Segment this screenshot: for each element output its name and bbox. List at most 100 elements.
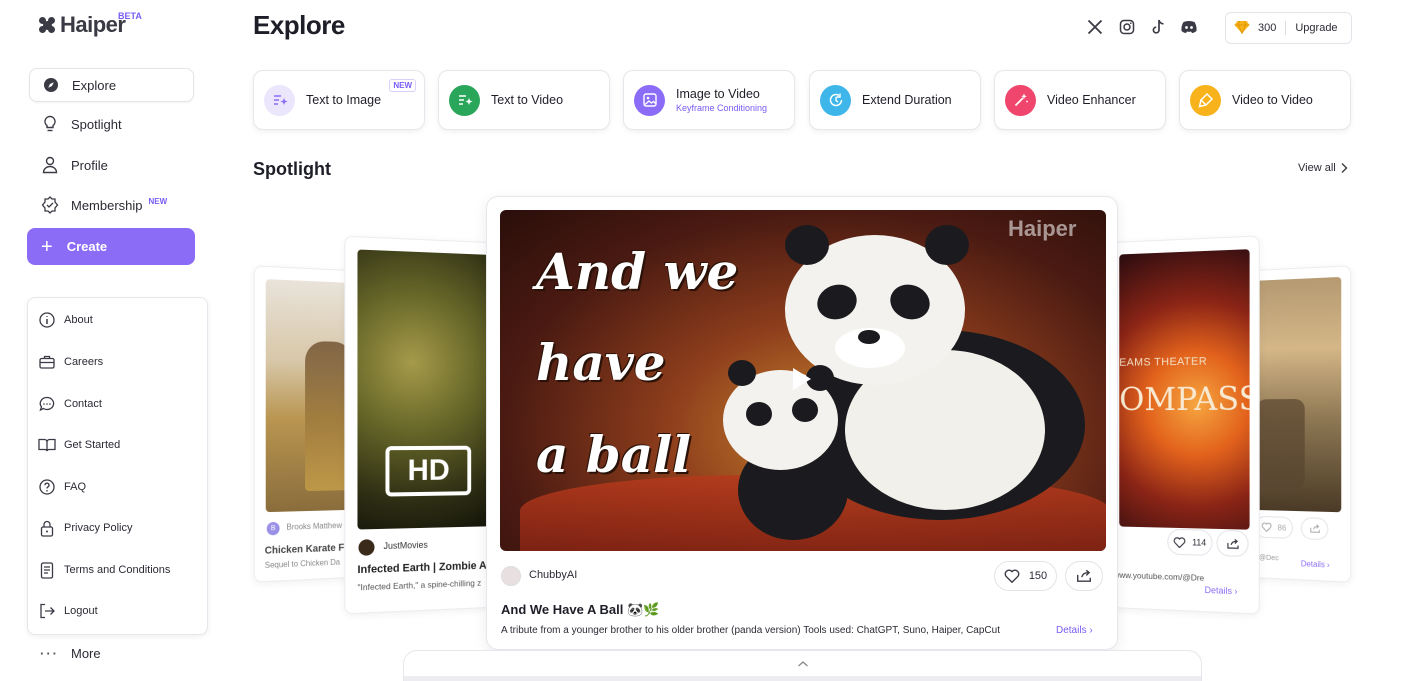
menu-item-careers[interactable]: Careers xyxy=(38,351,103,373)
tool-text-to-video[interactable]: Text to Video xyxy=(438,70,610,130)
more-button[interactable]: ··· More xyxy=(40,646,101,661)
compass-icon xyxy=(42,76,60,94)
featured-spotlight-card[interactable]: And we have a ball Haiper ChubbyAI 150 A… xyxy=(486,196,1118,650)
heart-icon xyxy=(1004,569,1020,583)
tool-label: Image to Video xyxy=(676,87,760,101)
watermark: Haiper xyxy=(1008,216,1077,241)
details-link[interactable]: Details › xyxy=(1056,625,1093,636)
menu-item-contact[interactable]: Contact xyxy=(38,393,102,415)
sidebar-item-label: Membership xyxy=(71,197,143,213)
card-title: Infected Earth | Zombie A xyxy=(357,559,487,577)
details-link[interactable]: Details › xyxy=(1205,585,1238,596)
drawer-strip xyxy=(404,676,1201,681)
sidebar-item-explore[interactable]: Explore xyxy=(29,68,194,102)
share-button[interactable] xyxy=(1065,561,1103,591)
menu-item-label: Careers xyxy=(64,356,104,368)
more-label: More xyxy=(71,646,101,661)
card-description: A tribute from a younger brother to his … xyxy=(501,625,1000,636)
app-root: Haiper BETA Explore Spotlight Profile Me… xyxy=(0,0,1401,681)
credits-count: 300 xyxy=(1258,22,1277,34)
menu-item-logout[interactable]: Logout xyxy=(38,600,98,622)
divider xyxy=(1285,21,1287,35)
instagram-icon[interactable] xyxy=(1117,17,1137,37)
video-caption-line-3: a ball xyxy=(536,425,692,484)
like-button[interactable]: 114 xyxy=(1167,528,1213,556)
magic-wand-icon xyxy=(1005,84,1036,116)
chevron-up-icon[interactable] xyxy=(797,660,809,668)
video-player[interactable]: And we have a ball Haiper xyxy=(500,210,1106,551)
menu-item-terms[interactable]: Terms and Conditions xyxy=(38,559,170,581)
upgrade-button[interactable]: Upgrade xyxy=(1295,22,1337,34)
logo-icon xyxy=(39,16,56,34)
more-dots-icon: ··· xyxy=(40,646,59,661)
menu-item-label: Privacy Policy xyxy=(64,522,133,534)
tool-label: Text to Image xyxy=(306,93,382,107)
card-link: www.youtube.com/@Dre xyxy=(1113,569,1205,583)
tool-text-to-image[interactable]: Text to Image NEW xyxy=(253,70,425,130)
sparkle-text-icon xyxy=(449,84,480,116)
share-icon xyxy=(1309,523,1320,533)
hd-label: HD xyxy=(385,445,472,497)
avatar: B xyxy=(266,521,280,536)
sidebar-item-label: Spotlight xyxy=(71,116,122,132)
menu-item-label: About xyxy=(64,314,93,326)
document-icon xyxy=(38,561,56,579)
tool-video-to-video[interactable]: Video to Video xyxy=(1179,70,1351,130)
menu-item-faq[interactable]: FAQ xyxy=(38,476,86,498)
heart-icon xyxy=(1261,522,1271,532)
tool-sublabel: Keyframe Conditioning xyxy=(676,103,768,113)
tool-video-enhancer[interactable]: Video Enhancer xyxy=(994,70,1166,130)
menu-item-label: FAQ xyxy=(64,481,87,493)
logo[interactable]: Haiper xyxy=(39,12,126,38)
menu-item-get-started[interactable]: Get Started xyxy=(38,434,120,456)
view-all-link[interactable]: View all xyxy=(1298,162,1349,174)
menu-item-about[interactable]: About xyxy=(38,309,93,331)
lightbulb-icon xyxy=(41,115,59,133)
diamond-icon xyxy=(1234,20,1250,37)
play-icon[interactable] xyxy=(793,368,811,390)
bottom-drawer[interactable] xyxy=(403,650,1202,681)
share-button[interactable] xyxy=(1216,529,1249,558)
tool-image-to-video[interactable]: Image to Video Keyframe Conditioning xyxy=(623,70,795,130)
video-thumbnail[interactable]: HD xyxy=(357,249,492,530)
menu-item-label: Logout xyxy=(64,605,98,617)
sparkle-text-icon xyxy=(264,84,295,116)
sidebar-item-membership[interactable]: Membership NEW xyxy=(29,188,194,222)
tool-label: Text to Video xyxy=(491,93,564,107)
menu-item-privacy-policy[interactable]: Privacy Policy xyxy=(38,517,132,539)
discord-icon[interactable] xyxy=(1179,17,1199,37)
video-thumbnail[interactable] xyxy=(1247,276,1342,513)
sidebar-item-profile[interactable]: Profile xyxy=(29,148,194,182)
spotlight-card[interactable]: HD JustMovies Infected Earth | Zombie A … xyxy=(344,235,492,615)
page-title: Explore xyxy=(253,10,345,40)
chat-icon xyxy=(38,395,56,413)
sidebar-item-label: Profile xyxy=(71,157,108,173)
avatar xyxy=(358,539,375,556)
create-button[interactable]: + Create xyxy=(27,228,195,265)
x-icon[interactable] xyxy=(1085,17,1105,37)
tiktok-icon[interactable] xyxy=(1148,17,1168,37)
credits-widget[interactable]: 300 Upgrade xyxy=(1225,12,1352,44)
badge-icon xyxy=(41,196,59,214)
card-title: And We Have A Ball 🐼🌿 xyxy=(501,602,660,617)
logo-text: Haiper xyxy=(60,12,126,37)
like-button[interactable]: 150 xyxy=(994,561,1057,591)
author-name: JustMovies xyxy=(383,539,428,552)
tool-label: Extend Duration xyxy=(862,93,952,107)
brush-icon xyxy=(1190,84,1221,116)
tool-label: Video Enhancer xyxy=(1047,93,1136,107)
card-description: "Infected Earth," a spine-chilling z xyxy=(357,577,482,593)
book-icon xyxy=(38,436,56,454)
avatar xyxy=(501,566,521,586)
share-button[interactable] xyxy=(1300,517,1329,541)
video-thumbnail[interactable]: EAMS THEATER OMPASS xyxy=(1119,249,1250,530)
like-button[interactable]: 86 xyxy=(1254,515,1294,539)
tool-extend-duration[interactable]: Extend Duration xyxy=(809,70,981,130)
details-link[interactable]: Details › xyxy=(1301,559,1330,569)
timer-icon xyxy=(820,84,851,116)
author-name[interactable]: ChubbyAI xyxy=(529,569,577,581)
lock-icon xyxy=(38,519,56,537)
spotlight-card[interactable]: EAMS THEATER OMPASS 114 www.youtube.com/… xyxy=(1103,235,1260,615)
sidebar-item-spotlight[interactable]: Spotlight xyxy=(29,107,194,141)
info-icon xyxy=(38,311,56,329)
